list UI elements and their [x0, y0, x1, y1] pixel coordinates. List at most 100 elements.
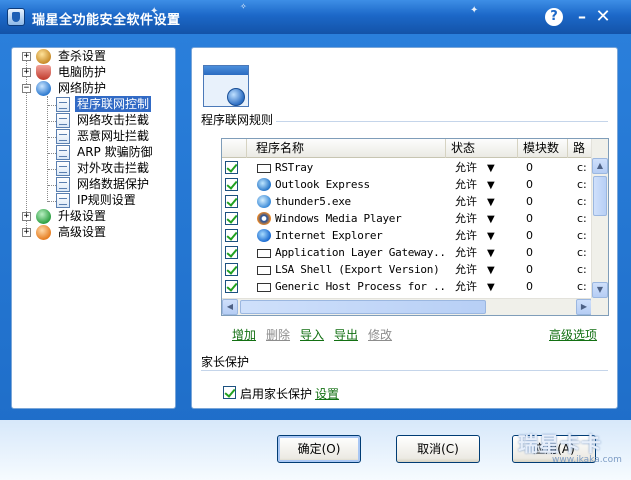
row-checkbox[interactable]: [225, 161, 238, 174]
tree-item-label: 恶意网址拦截: [77, 129, 150, 143]
tree-item-network-protection[interactable]: − 网络防护: [12, 80, 172, 96]
program-icon: [257, 283, 271, 292]
tree-item-scan-settings[interactable]: + 查杀设置: [12, 48, 172, 64]
list-item[interactable]: thunder5.exe 允许 ▼ 0 c:: [222, 193, 592, 210]
list-item[interactable]: Application Layer Gateway... 允许 ▼ 0 c:: [222, 244, 592, 261]
status-value: 允许: [455, 229, 477, 242]
expand-icon[interactable]: +: [22, 52, 31, 61]
tree-item-label: 网络防护: [58, 81, 107, 95]
program-rules-list[interactable]: 程序名称 状态 模块数 路 RSTray 允许 ▼ 0 c: Outlook Ex…: [221, 138, 609, 316]
horizontal-scroll-thumb[interactable]: [240, 300, 486, 314]
scroll-up-icon[interactable]: ▲: [592, 158, 608, 174]
row-checkbox[interactable]: [225, 229, 238, 242]
enable-parental-protection-checkbox[interactable]: [223, 386, 236, 399]
tree-item-upgrade-settings[interactable]: + 升级设置: [12, 208, 172, 224]
delete-link[interactable]: 删除: [266, 326, 290, 343]
list-item[interactable]: LSA Shell (Export Version) 允许 ▼ 0 c:: [222, 261, 592, 278]
page-icon: [56, 145, 70, 160]
tree-item-arp-defense[interactable]: ARP 欺骗防御: [12, 144, 172, 160]
tree-item-malicious-url-block[interactable]: 恶意网址拦截: [12, 128, 172, 144]
collapse-icon[interactable]: −: [22, 84, 31, 93]
add-link[interactable]: 增加: [232, 326, 256, 343]
list-item[interactable]: Windows Media Player 允许 ▼ 0 c:: [222, 210, 592, 227]
title-bar: 瑞星全功能安全软件设置 ✦ ✧ ✦ ? – ✕: [0, 0, 631, 34]
parental-settings-link[interactable]: 设置: [315, 385, 339, 402]
row-checkbox[interactable]: [225, 212, 238, 225]
row-checkbox[interactable]: [225, 195, 238, 208]
dropdown-arrow-icon[interactable]: ▼: [487, 245, 495, 262]
tree-item-pc-protection[interactable]: + 电脑防护: [12, 64, 172, 80]
advanced-options-link[interactable]: 高级选项: [549, 326, 597, 343]
status-value: 允许: [455, 212, 477, 225]
status-value: 允许: [455, 161, 477, 174]
tree-item-outbound-attack-block[interactable]: 对外攻击拦截: [12, 160, 172, 176]
status-dropdown[interactable]: 允许 ▼: [455, 278, 515, 296]
cancel-button[interactable]: 取消(C): [396, 435, 480, 463]
column-header-modules[interactable]: 模块数: [518, 139, 568, 158]
export-link[interactable]: 导出: [334, 326, 358, 343]
expand-icon[interactable]: +: [22, 212, 31, 221]
list-item[interactable]: Internet Explorer 允许 ▼ 0 c:: [222, 227, 592, 244]
tree-item-label: 高级设置: [58, 225, 107, 239]
status-dropdown[interactable]: 允许 ▼: [455, 159, 515, 177]
status-dropdown[interactable]: 允许 ▼: [455, 227, 515, 245]
status-dropdown[interactable]: 允许 ▼: [455, 176, 515, 194]
scroll-right-icon[interactable]: ▶: [576, 299, 592, 315]
tree-item-ip-rules[interactable]: IP规则设置: [12, 192, 172, 208]
dropdown-arrow-icon[interactable]: ▼: [487, 160, 495, 177]
dropdown-arrow-icon[interactable]: ▼: [487, 228, 495, 245]
program-name: Generic Host Process for ...: [275, 280, 445, 293]
tree-item-label: 查杀设置: [58, 49, 107, 63]
row-checkbox[interactable]: [225, 263, 238, 276]
tree-item-network-attack-block[interactable]: 网络攻击拦截: [12, 112, 172, 128]
tree-item-label: ARP 欺骗防御: [77, 145, 153, 159]
module-count: 0: [526, 195, 533, 208]
import-link[interactable]: 导入: [300, 326, 324, 343]
row-checkbox[interactable]: [225, 178, 238, 191]
help-button[interactable]: ?: [545, 8, 563, 26]
status-dropdown[interactable]: 允许 ▼: [455, 193, 515, 211]
status-value: 允许: [455, 178, 477, 191]
modify-link[interactable]: 修改: [368, 326, 392, 343]
dropdown-arrow-icon[interactable]: ▼: [487, 194, 495, 211]
dropdown-arrow-icon[interactable]: ▼: [487, 211, 495, 228]
row-checkbox[interactable]: [225, 246, 238, 259]
vertical-scroll-thumb[interactable]: [593, 176, 607, 216]
module-count: 0: [526, 280, 533, 293]
dropdown-arrow-icon[interactable]: ▼: [487, 262, 495, 279]
resize-grip-icon[interactable]: [591, 298, 608, 315]
column-header-status[interactable]: 状态: [446, 139, 518, 158]
program-name: Windows Media Player: [275, 212, 402, 225]
list-item[interactable]: Generic Host Process for ... 允许 ▼ 0 c:: [222, 278, 592, 295]
ok-button[interactable]: 确定(O): [277, 435, 361, 463]
module-count: 0: [526, 161, 533, 174]
section-title-program-rules: 程序联网规则: [201, 113, 274, 127]
tree-item-advanced-settings[interactable]: + 高级设置: [12, 224, 172, 240]
minimize-button[interactable]: –: [573, 8, 591, 26]
list-item[interactable]: RSTray 允许 ▼ 0 c:: [222, 159, 592, 176]
internet-explorer-icon: [257, 229, 271, 242]
program-name: RSTray: [275, 161, 313, 174]
dropdown-arrow-icon[interactable]: ▼: [487, 279, 495, 296]
vertical-scrollbar[interactable]: ▲ ▼: [591, 139, 608, 299]
horizontal-scrollbar[interactable]: ◀ ▶: [222, 298, 593, 315]
status-dropdown[interactable]: 允许 ▼: [455, 244, 515, 262]
expand-icon[interactable]: +: [22, 228, 31, 237]
close-button[interactable]: ✕: [594, 8, 612, 26]
tree-item-label: IP规则设置: [77, 193, 136, 207]
status-value: 允许: [455, 280, 477, 293]
expand-icon[interactable]: +: [22, 68, 31, 77]
list-item[interactable]: Outlook Express 允许 ▼ 0 c:: [222, 176, 592, 193]
scroll-left-icon[interactable]: ◀: [222, 299, 238, 315]
tree-item-network-data-protection[interactable]: 网络数据保护: [12, 176, 172, 192]
row-checkbox[interactable]: [225, 280, 238, 293]
dropdown-arrow-icon[interactable]: ▼: [487, 177, 495, 194]
column-header-program-name[interactable]: 程序名称: [247, 139, 446, 158]
status-dropdown[interactable]: 允许 ▼: [455, 261, 515, 279]
thunder-icon: [257, 195, 271, 208]
status-dropdown[interactable]: 允许 ▼: [455, 210, 515, 228]
tree-item-program-network-control[interactable]: 程序联网控制: [12, 96, 172, 112]
enable-parental-protection-label: 启用家长保护: [240, 387, 313, 401]
scroll-down-icon[interactable]: ▼: [592, 282, 608, 298]
program-name: Application Layer Gateway...: [275, 246, 445, 259]
